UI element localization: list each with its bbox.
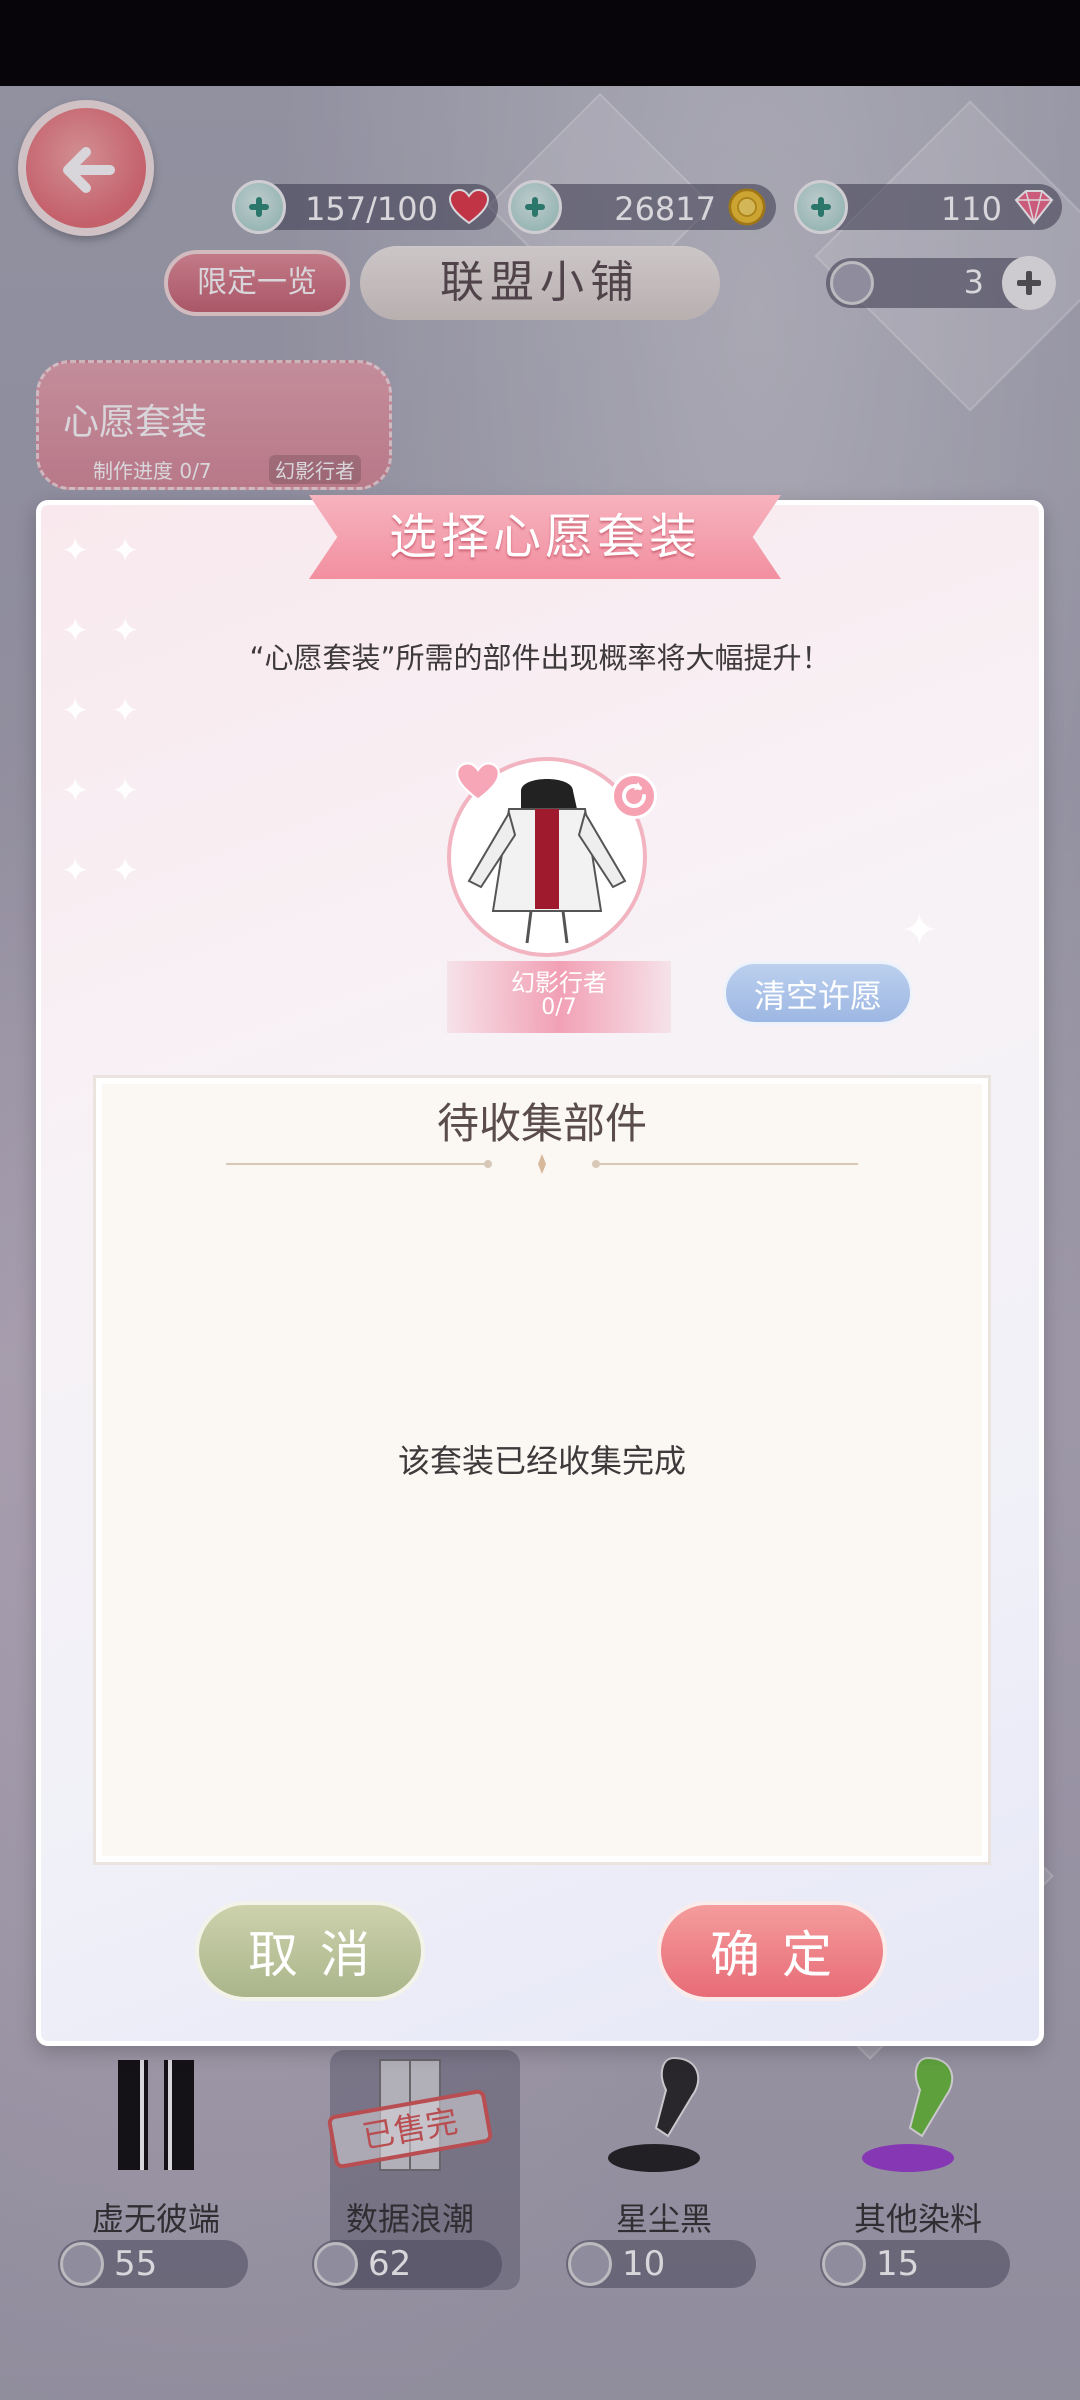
heart-icon	[456, 762, 500, 801]
dialog-subtitle: “心愿套装”所需的部件出现概率将大幅提升！	[249, 641, 831, 675]
sparkle-icon: ✦	[111, 531, 140, 571]
pending-parts-panel: 待收集部件 该套装已经收集完成	[93, 1075, 991, 1865]
suit-name: 幻影行者	[511, 969, 607, 997]
empty-state-text: 该套装已经收集完成	[397, 1442, 686, 1480]
sparkle-icon: ✦	[61, 851, 90, 891]
wish-suit-dialog: ✦ ✦ ✦ ✦ ✦ ✦ ✦ ✦ ✦ ✦ ✦ 选择心愿套装 “心愿套装”所需的部件…	[36, 495, 1044, 2046]
sparkle-icon: ✦	[111, 771, 140, 811]
cancel-button[interactable]: 取消	[195, 1901, 425, 2001]
sparkle-icon: ✦	[111, 691, 140, 731]
refresh-icon[interactable]	[611, 773, 657, 819]
dialog-title: 选择心愿套装	[388, 509, 701, 565]
refresh-glyph-icon	[622, 782, 646, 808]
confirm-button[interactable]: 确定	[657, 1901, 887, 2001]
sparkle-icon: ✦	[61, 531, 90, 571]
sparkle-icon: ✦	[901, 905, 938, 956]
sparkle-icon: ✦	[111, 851, 140, 891]
suit-progress: 0/7	[541, 995, 577, 1020]
clear-wish-button[interactable]: 清空许愿	[723, 961, 913, 1025]
sparkle-icon: ✦	[61, 771, 90, 811]
panel-title: 待收集部件	[436, 1099, 647, 1148]
ornament-divider	[226, 1154, 858, 1174]
sparkle-icon: ✦	[61, 691, 90, 731]
